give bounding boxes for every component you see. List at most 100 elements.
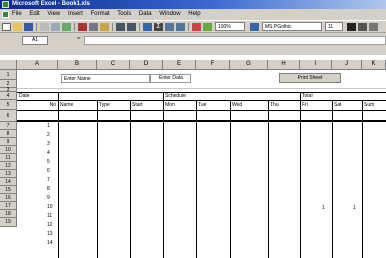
chart-wizard-icon[interactable] bbox=[192, 23, 201, 31]
cut-icon[interactable] bbox=[78, 23, 87, 31]
row-header[interactable]: 13 bbox=[0, 170, 17, 178]
header-cell: Name bbox=[60, 102, 74, 108]
menu-help[interactable]: Help bbox=[188, 11, 200, 17]
menu-window[interactable]: Window bbox=[159, 11, 180, 17]
header-cell: Type bbox=[99, 102, 110, 108]
row-header[interactable]: 11 bbox=[0, 154, 17, 162]
excel-app-icon bbox=[2, 1, 9, 8]
row-number-cell: 7 bbox=[47, 177, 50, 183]
title-bar: Microsoft Excel - Book1.xls bbox=[0, 0, 386, 9]
sort-ascending-icon[interactable] bbox=[165, 23, 174, 31]
menu-insert[interactable]: Insert bbox=[68, 11, 83, 17]
zoom-select[interactable]: 100% bbox=[215, 22, 245, 31]
row-number-cell: 11 bbox=[47, 213, 53, 219]
menu-tools[interactable]: Tools bbox=[117, 11, 131, 17]
menu-format[interactable]: Format bbox=[91, 11, 110, 17]
row-header[interactable]: 14 bbox=[0, 178, 17, 186]
column-header[interactable]: J bbox=[332, 60, 362, 70]
menu-file[interactable]: File bbox=[12, 11, 22, 17]
underline-icon[interactable] bbox=[369, 23, 378, 31]
toolbar-separator bbox=[188, 23, 189, 31]
row-number-cell: 13 bbox=[47, 231, 53, 237]
column-header[interactable]: D bbox=[130, 60, 163, 70]
row-header[interactable]: 6 bbox=[0, 110, 17, 122]
worksheet-grid[interactable]: Enter Name Enter Data Print Sheet Date S… bbox=[17, 70, 386, 258]
column-header[interactable]: I bbox=[300, 60, 332, 70]
workbook-icon[interactable] bbox=[2, 11, 9, 18]
menu-edit[interactable]: Edit bbox=[29, 11, 39, 17]
table-vline bbox=[196, 100, 197, 258]
header-cell: No bbox=[49, 102, 56, 108]
row-header[interactable]: 15 bbox=[0, 186, 17, 194]
row-header[interactable]: 10 bbox=[0, 146, 17, 154]
row-header[interactable]: 9 bbox=[0, 138, 17, 146]
bold-icon[interactable] bbox=[347, 23, 356, 31]
row-number-cell: 5 bbox=[47, 159, 50, 165]
toolbar-separator bbox=[112, 23, 113, 31]
column-header[interactable]: A bbox=[17, 60, 58, 70]
menu-data[interactable]: Data bbox=[139, 11, 152, 17]
select-all-button[interactable] bbox=[0, 60, 17, 70]
data-input-cell[interactable]: Enter Data bbox=[157, 74, 227, 83]
open-folder-icon[interactable] bbox=[13, 23, 22, 31]
print-preview-icon[interactable] bbox=[51, 23, 60, 31]
column-header[interactable]: G bbox=[230, 60, 268, 70]
hyperlink-icon[interactable] bbox=[143, 23, 152, 31]
row-header[interactable]: 8 bbox=[0, 130, 17, 138]
menu-view[interactable]: View bbox=[47, 11, 60, 17]
row-header[interactable]: 12 bbox=[0, 162, 17, 170]
header-cell: Wed bbox=[232, 102, 243, 108]
column-header[interactable]: E bbox=[163, 60, 196, 70]
header-cell: Sat bbox=[334, 102, 342, 108]
row-number-cell: 14 bbox=[47, 240, 53, 246]
column-header[interactable]: B bbox=[58, 60, 97, 70]
row-header[interactable]: 7 bbox=[0, 122, 17, 130]
table-vline bbox=[362, 100, 363, 258]
row-number-cell: 1 bbox=[47, 123, 50, 129]
group-header-schedule: Schedule bbox=[165, 93, 186, 99]
name-box[interactable]: A1 bbox=[22, 36, 48, 45]
row-header[interactable]: 17 bbox=[0, 202, 17, 210]
row-number-cell: 4 bbox=[47, 150, 50, 156]
row-header[interactable]: 4 bbox=[0, 92, 17, 100]
italic-icon[interactable] bbox=[358, 23, 367, 31]
print-icon[interactable] bbox=[40, 23, 49, 31]
copy-icon[interactable] bbox=[89, 23, 98, 31]
column-header[interactable]: H bbox=[268, 60, 300, 70]
column-header-row: A B C D E F G H I J K bbox=[0, 60, 386, 70]
paste-icon[interactable] bbox=[100, 23, 109, 31]
help-icon[interactable] bbox=[250, 23, 259, 31]
print-sheet-button[interactable]: Print Sheet bbox=[279, 73, 341, 83]
sort-descending-icon[interactable] bbox=[176, 23, 185, 31]
undo-icon[interactable] bbox=[116, 23, 125, 31]
header-cell: Start bbox=[132, 102, 143, 108]
row-header[interactable]: 5 bbox=[0, 100, 17, 110]
header-cell: Sum bbox=[364, 102, 375, 108]
redo-icon[interactable] bbox=[127, 23, 136, 31]
group-header-total: Total bbox=[302, 93, 313, 99]
table-vline bbox=[332, 100, 333, 258]
column-header[interactable]: F bbox=[196, 60, 230, 70]
font-size-select[interactable]: 11 bbox=[325, 22, 343, 31]
row-header[interactable]: 1 bbox=[0, 70, 17, 80]
table-vline bbox=[300, 92, 301, 258]
row-number-cell: 10 bbox=[47, 204, 53, 210]
drawing-icon[interactable] bbox=[203, 23, 212, 31]
autosum-icon[interactable]: Σ bbox=[154, 23, 163, 31]
table-vline bbox=[130, 100, 131, 258]
row-header[interactable]: 18 bbox=[0, 210, 17, 218]
formula-input[interactable] bbox=[84, 36, 386, 45]
column-header[interactable]: C bbox=[97, 60, 130, 70]
menu-bar: File Edit View Insert Format Tools Data … bbox=[0, 9, 386, 20]
header-cell: Mon bbox=[165, 102, 175, 108]
new-file-icon[interactable] bbox=[2, 23, 11, 31]
row-header[interactable]: 19 bbox=[0, 218, 17, 227]
column-header[interactable]: K bbox=[362, 60, 386, 70]
menu-items: File Edit View Insert Format Tools Data … bbox=[12, 9, 207, 20]
font-name-select[interactable]: MS PGothic bbox=[262, 22, 322, 31]
save-icon[interactable] bbox=[24, 23, 33, 31]
excel-window: Microsoft Excel - Book1.xls File Edit Vi… bbox=[0, 0, 386, 258]
row-header[interactable]: 16 bbox=[0, 194, 17, 202]
row-number-cell: 2 bbox=[47, 132, 50, 138]
spellcheck-icon[interactable] bbox=[62, 23, 71, 31]
